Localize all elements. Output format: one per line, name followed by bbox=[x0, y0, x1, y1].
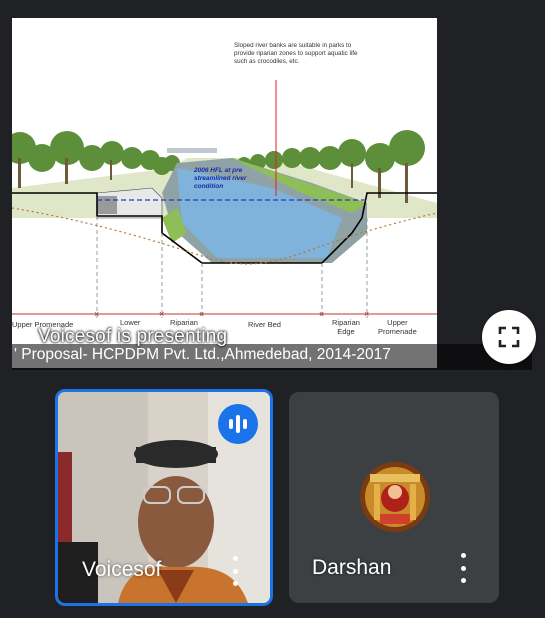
participant-name: Voicesof bbox=[82, 558, 162, 581]
zone-label-upper-promenade-right: Upper Promenade bbox=[378, 318, 417, 336]
hfl-label: 2006 HFL at pre streamlined river condit… bbox=[194, 167, 246, 191]
hfl-label-line-2: streamlined river bbox=[194, 175, 247, 182]
zone-label-upper-right-line-1: Upper bbox=[387, 318, 408, 327]
participant-name: Darshan bbox=[312, 556, 392, 579]
fullscreen-button[interactable] bbox=[482, 310, 536, 364]
avatar bbox=[360, 462, 430, 532]
more-options-button[interactable] bbox=[456, 553, 470, 583]
presenting-label: Voicesof is presenting bbox=[38, 326, 228, 347]
avatar-image bbox=[360, 462, 430, 532]
dot-icon bbox=[460, 553, 466, 558]
zone-label-riparian-right-line-1: Riparian bbox=[332, 318, 360, 327]
hfl-label-line-1: 2006 HFL at pre bbox=[194, 167, 243, 174]
participant-tile-darshan[interactable]: Darshan bbox=[289, 392, 499, 603]
hfl-label-line-3: condition bbox=[194, 183, 224, 190]
zone-label-river-bed: River Bed bbox=[248, 320, 281, 329]
svg-text:×: × bbox=[94, 309, 99, 319]
zone-label-riparian-right-line-2: Edge bbox=[337, 327, 355, 336]
fullscreen-icon bbox=[498, 326, 520, 348]
dot-icon bbox=[232, 581, 238, 586]
dot-icon bbox=[460, 565, 466, 571]
presentation-area: × × × × × Sloped river banks are suitable … bbox=[0, 0, 545, 372]
dot-icon bbox=[460, 578, 466, 583]
shared-screen[interactable]: × × × × × Sloped river banks are suitable … bbox=[12, 18, 437, 368]
svg-text:×: × bbox=[319, 309, 324, 319]
river-section-diagram: × × × × × bbox=[12, 18, 437, 368]
zone-label-upper-right-line-2: Promenade bbox=[378, 327, 417, 336]
participant-tile-voicesof[interactable]: Voicesof bbox=[55, 389, 273, 606]
slide-annotation: Sloped river banks are suitable in parks… bbox=[234, 42, 358, 65]
dot-icon bbox=[232, 556, 238, 561]
svg-text:×: × bbox=[364, 309, 369, 319]
slide-caption: ' Proposal- HCPDPM Pvt. Ltd.,Ahmedebad, … bbox=[14, 346, 391, 363]
dot-icon bbox=[232, 568, 238, 574]
svg-text:×: × bbox=[159, 309, 164, 319]
more-options-button[interactable] bbox=[228, 556, 242, 586]
svg-text:×: × bbox=[199, 309, 204, 319]
audio-level-icon bbox=[218, 404, 258, 444]
zone-label-riparian-right: Riparian Edge bbox=[332, 318, 360, 336]
